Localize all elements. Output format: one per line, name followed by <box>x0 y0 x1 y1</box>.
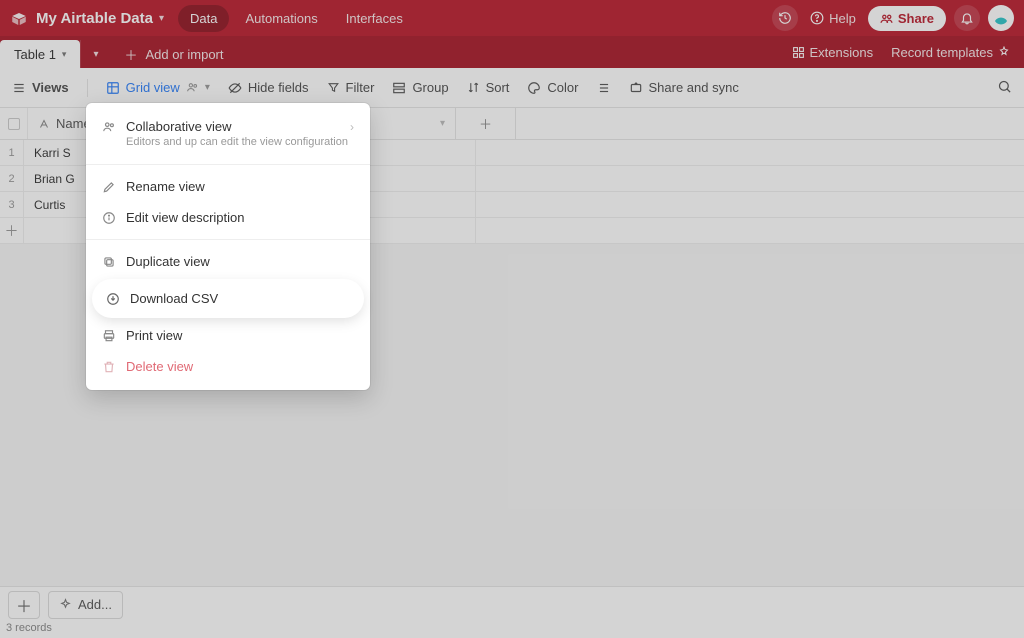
menu-item-print-view[interactable]: Print view <box>86 320 370 351</box>
view-toolbar: Views Grid view ▾ Hide fields Filter Gro… <box>0 68 1024 108</box>
edit-desc-label: Edit view description <box>126 210 245 225</box>
duplicate-label: Duplicate view <box>126 254 210 269</box>
table-tab-label: Table 1 <box>14 47 56 62</box>
nav-data[interactable]: Data <box>178 5 229 32</box>
people-icon <box>186 81 199 94</box>
hide-fields-label: Hide fields <box>248 80 309 95</box>
add-field-button[interactable]: ＋ <box>456 108 516 139</box>
duplicate-icon <box>102 255 116 269</box>
add-view-label: Add... <box>78 597 112 612</box>
help-label: Help <box>829 11 856 26</box>
help-button[interactable]: Help <box>806 11 860 26</box>
share-button[interactable]: Share <box>868 6 946 31</box>
nav-automations[interactable]: Automations <box>233 5 329 32</box>
plus-icon: ＋ <box>124 45 137 64</box>
extensions-button[interactable]: Extensions <box>792 45 874 60</box>
row-number: 2 <box>0 166 24 191</box>
add-row-button[interactable]: ＋ <box>8 591 40 619</box>
select-all-checkbox[interactable] <box>0 108 28 139</box>
grid-view-button[interactable]: Grid view ▾ <box>106 80 210 95</box>
add-or-import-button[interactable]: ＋ Add or import <box>110 40 237 68</box>
top-bar: My Airtable Data ▾ Data Automations Inte… <box>0 0 1024 36</box>
separator <box>86 239 370 240</box>
table-list-dropdown[interactable]: ▾ <box>80 40 110 68</box>
chevron-down-icon: ▾ <box>62 49 67 60</box>
footer: ＋ Add... 3 records <box>0 586 1024 638</box>
hide-fields-button[interactable]: Hide fields <box>228 80 309 95</box>
color-button[interactable]: Color <box>527 80 578 95</box>
table-tabs-bar: Table 1 ▾ ▾ ＋ Add or import Extensions R… <box>0 36 1024 68</box>
sort-label: Sort <box>486 80 510 95</box>
nav-interfaces[interactable]: Interfaces <box>334 5 415 32</box>
plus-icon[interactable]: ＋ <box>0 218 24 243</box>
rename-label: Rename view <box>126 179 205 194</box>
notifications-icon[interactable] <box>954 5 980 31</box>
menu-item-edit-description[interactable]: Edit view description <box>86 202 370 233</box>
filter-label: Filter <box>346 80 375 95</box>
print-icon <box>102 329 116 343</box>
collab-view-subtitle: Editors and up can edit the view configu… <box>86 136 370 158</box>
menu-item-duplicate-view[interactable]: Duplicate view <box>86 246 370 277</box>
extensions-label: Extensions <box>810 45 874 60</box>
history-icon[interactable] <box>772 5 798 31</box>
views-label: Views <box>32 80 69 95</box>
text-type-icon <box>38 118 50 130</box>
record-templates-button[interactable]: Record templates <box>891 45 1010 60</box>
chevron-down-icon: ▾ <box>440 118 445 129</box>
download-csv-label: Download CSV <box>130 291 218 306</box>
row-height-button[interactable] <box>597 81 611 95</box>
info-icon <box>102 211 116 225</box>
menu-item-download-csv[interactable]: Download CSV <box>94 281 362 316</box>
print-label: Print view <box>126 328 182 343</box>
menu-item-collaborative-view[interactable]: Collaborative view › <box>86 111 370 136</box>
group-button[interactable]: Group <box>392 80 448 95</box>
people-icon <box>102 120 116 134</box>
delete-label: Delete view <box>126 359 193 374</box>
collab-view-label: Collaborative view <box>126 119 340 134</box>
grid-view-label: Grid view <box>126 80 180 95</box>
group-label: Group <box>412 80 448 95</box>
menu-item-delete-view[interactable]: Delete view <box>86 351 370 382</box>
color-label: Color <box>547 80 578 95</box>
row-number: 3 <box>0 192 24 217</box>
plus-icon: ＋ <box>16 593 32 617</box>
chevron-down-icon[interactable]: ▾ <box>159 13 164 24</box>
table-tab-active[interactable]: Table 1 ▾ <box>0 40 80 68</box>
add-import-label: Add or import <box>145 47 223 62</box>
sort-button[interactable]: Sort <box>467 80 510 95</box>
record-count: 3 records <box>0 622 1024 638</box>
view-options-menu: Collaborative view › Editors and up can … <box>86 103 370 390</box>
download-icon <box>106 292 120 306</box>
separator <box>87 79 88 97</box>
sparkle-icon <box>59 598 72 611</box>
share-sync-button[interactable]: Share and sync <box>629 80 739 95</box>
views-button[interactable]: Views <box>12 80 69 95</box>
separator <box>86 164 370 165</box>
user-avatar[interactable] <box>988 5 1014 31</box>
search-button[interactable] <box>997 79 1012 97</box>
filter-button[interactable]: Filter <box>327 80 375 95</box>
chevron-down-icon: ▾ <box>205 82 210 93</box>
pencil-icon <box>102 180 116 194</box>
trash-icon <box>102 360 116 374</box>
record-templates-label: Record templates <box>891 45 993 60</box>
airtable-logo-icon <box>10 10 26 26</box>
share-sync-label: Share and sync <box>649 80 739 95</box>
menu-item-rename-view[interactable]: Rename view <box>86 171 370 202</box>
chevron-right-icon: › <box>350 120 354 134</box>
plus-icon: ＋ <box>479 114 492 133</box>
share-label: Share <box>898 11 934 26</box>
row-number: 1 <box>0 140 24 165</box>
base-name[interactable]: My Airtable Data <box>36 10 153 27</box>
add-view-button[interactable]: Add... <box>48 591 123 619</box>
